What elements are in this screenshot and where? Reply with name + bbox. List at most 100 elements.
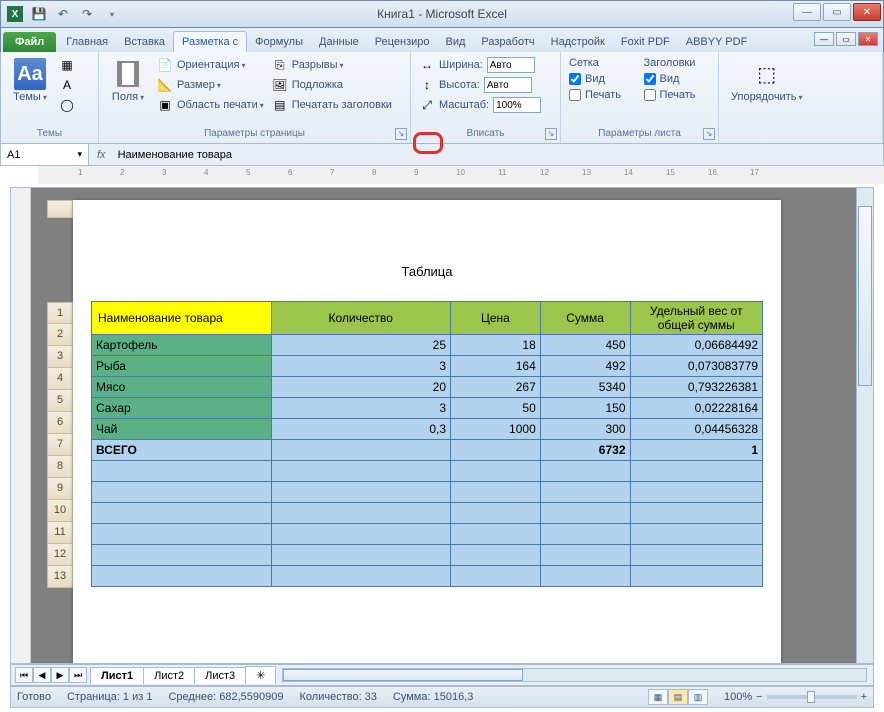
horizontal-scrollbar[interactable]: [282, 668, 867, 682]
tab-nav-next[interactable]: ▶: [51, 667, 69, 683]
row-header[interactable]: 11: [47, 522, 73, 544]
cell-qty[interactable]: 25: [271, 335, 451, 356]
page-setup-launcher[interactable]: ↘: [395, 128, 407, 140]
sheet-tab-3[interactable]: Лист3: [194, 667, 246, 684]
cell-share[interactable]: 0,02228164: [630, 398, 763, 419]
orientation-button[interactable]: 📄Ориентация: [157, 56, 264, 74]
workbook-close-button[interactable]: ✕: [858, 32, 878, 46]
theme-effects-button[interactable]: ◯: [59, 96, 75, 114]
select-all-corner[interactable]: [47, 200, 73, 218]
row-header[interactable]: 5: [47, 390, 73, 412]
header-sum[interactable]: Сумма: [540, 302, 630, 335]
workbook-minimize-button[interactable]: —: [814, 32, 834, 46]
close-button[interactable]: ✕: [853, 3, 881, 21]
cell-name[interactable]: Картофель: [92, 335, 272, 356]
theme-fonts-button[interactable]: A: [59, 76, 75, 94]
tab-data[interactable]: Данные: [311, 32, 367, 52]
gridlines-view-checkbox[interactable]: [569, 73, 581, 85]
headings-view-checkbox[interactable]: [644, 73, 656, 85]
workbook-restore-button[interactable]: ▭: [836, 32, 856, 46]
width-input[interactable]: [487, 57, 535, 73]
cell-price[interactable]: 267: [451, 377, 541, 398]
zoom-in-button[interactable]: +: [861, 691, 867, 703]
cell-share[interactable]: 0,06684492: [630, 335, 763, 356]
view-page-break-button[interactable]: ▥: [688, 689, 708, 705]
cell-share[interactable]: 0,073083779: [630, 356, 763, 377]
total-sum-cell[interactable]: 6732: [540, 440, 630, 461]
sheet-tab-1[interactable]: Лист1: [90, 667, 144, 684]
header-name[interactable]: Наименование товара: [92, 302, 272, 335]
header-share[interactable]: Удельный вес от общей суммы: [630, 302, 763, 335]
sheet-tab-2[interactable]: Лист2: [143, 667, 195, 684]
tab-formulas[interactable]: Формулы: [247, 32, 311, 52]
tab-review[interactable]: Рецензиро: [367, 32, 438, 52]
row-header[interactable]: 13: [47, 566, 73, 588]
vertical-scrollbar[interactable]: [856, 188, 873, 663]
scale-input[interactable]: [493, 97, 541, 113]
height-input[interactable]: [484, 77, 532, 93]
row-header[interactable]: 9: [47, 478, 73, 500]
cell-name[interactable]: Мясо: [92, 377, 272, 398]
cell-share[interactable]: 0,04456328: [630, 419, 763, 440]
header-price[interactable]: Цена: [451, 302, 541, 335]
zoom-knob[interactable]: [807, 691, 815, 703]
cell-qty[interactable]: 3: [271, 398, 451, 419]
name-box[interactable]: A1▾: [1, 144, 89, 165]
tab-nav-last[interactable]: ⏭: [69, 667, 87, 683]
tab-page-layout[interactable]: Разметка с: [173, 31, 247, 52]
total-name-cell[interactable]: ВСЕГО: [92, 440, 272, 461]
total-qty-cell[interactable]: [271, 440, 451, 461]
row-header[interactable]: 2: [47, 324, 73, 346]
cell-sum[interactable]: 492: [540, 356, 630, 377]
print-titles-button[interactable]: ▤Печатать заголовки: [272, 96, 392, 114]
margins-button[interactable]: Поля: [107, 56, 149, 128]
arrange-button[interactable]: ⬚ Упорядочить: [727, 56, 806, 139]
tab-nav-prev[interactable]: ◀: [33, 667, 51, 683]
cell-price[interactable]: 164: [451, 356, 541, 377]
view-page-layout-button[interactable]: ▤: [668, 689, 688, 705]
row-header[interactable]: 1: [47, 302, 73, 324]
hscroll-thumb[interactable]: [283, 669, 523, 681]
cell-price[interactable]: 50: [451, 398, 541, 419]
print-area-button[interactable]: ▣Область печати: [157, 96, 264, 114]
background-button[interactable]: 🖼Подложка: [272, 76, 392, 94]
row-header[interactable]: 10: [47, 500, 73, 522]
row-header[interactable]: 6: [47, 412, 73, 434]
cell-name[interactable]: Сахар: [92, 398, 272, 419]
fx-icon[interactable]: fx: [89, 149, 114, 161]
gridlines-print-checkbox[interactable]: [569, 89, 581, 101]
tab-insert[interactable]: Вставка: [116, 32, 173, 52]
breaks-button[interactable]: ⎘Разрывы: [272, 56, 392, 74]
row-header[interactable]: 3: [47, 346, 73, 368]
cell-name[interactable]: Рыба: [92, 356, 272, 377]
tab-developer[interactable]: Разработч: [473, 32, 542, 52]
row-header[interactable]: 8: [47, 456, 73, 478]
tab-abbyy-pdf[interactable]: ABBYY PDF: [678, 32, 756, 52]
zoom-out-button[interactable]: −: [756, 691, 762, 703]
row-header[interactable]: 7: [47, 434, 73, 456]
tab-nav-first[interactable]: ⏮: [15, 667, 33, 683]
maximize-button[interactable]: ▭: [823, 3, 851, 21]
sheet-options-launcher[interactable]: ↘: [703, 128, 715, 140]
cell-price[interactable]: 1000: [451, 419, 541, 440]
file-tab[interactable]: Файл: [3, 32, 56, 52]
cell-sum[interactable]: 300: [540, 419, 630, 440]
row-header[interactable]: 4: [47, 368, 73, 390]
fit-launcher[interactable]: ↘: [545, 128, 557, 140]
headings-print-checkbox[interactable]: [644, 89, 656, 101]
themes-button[interactable]: Aa Темы: [9, 56, 51, 128]
new-sheet-button[interactable]: ✳: [245, 666, 276, 684]
cell-sum[interactable]: 450: [540, 335, 630, 356]
header-qty[interactable]: Количество: [271, 302, 451, 335]
minimize-button[interactable]: —: [793, 3, 821, 21]
row-header[interactable]: 12: [47, 544, 73, 566]
formula-value[interactable]: Наименование товара: [114, 149, 883, 161]
cell-sum[interactable]: 150: [540, 398, 630, 419]
cell-price[interactable]: 18: [451, 335, 541, 356]
cell-sum[interactable]: 5340: [540, 377, 630, 398]
qat-customize[interactable]: [101, 4, 121, 24]
cell-share[interactable]: 0,793226381: [630, 377, 763, 398]
zoom-slider[interactable]: [767, 695, 857, 699]
tab-foxit-pdf[interactable]: Foxit PDF: [613, 32, 678, 52]
sheet-canvas[interactable]: A B C D E 12345678910111213 Таблица Наим…: [31, 188, 873, 663]
